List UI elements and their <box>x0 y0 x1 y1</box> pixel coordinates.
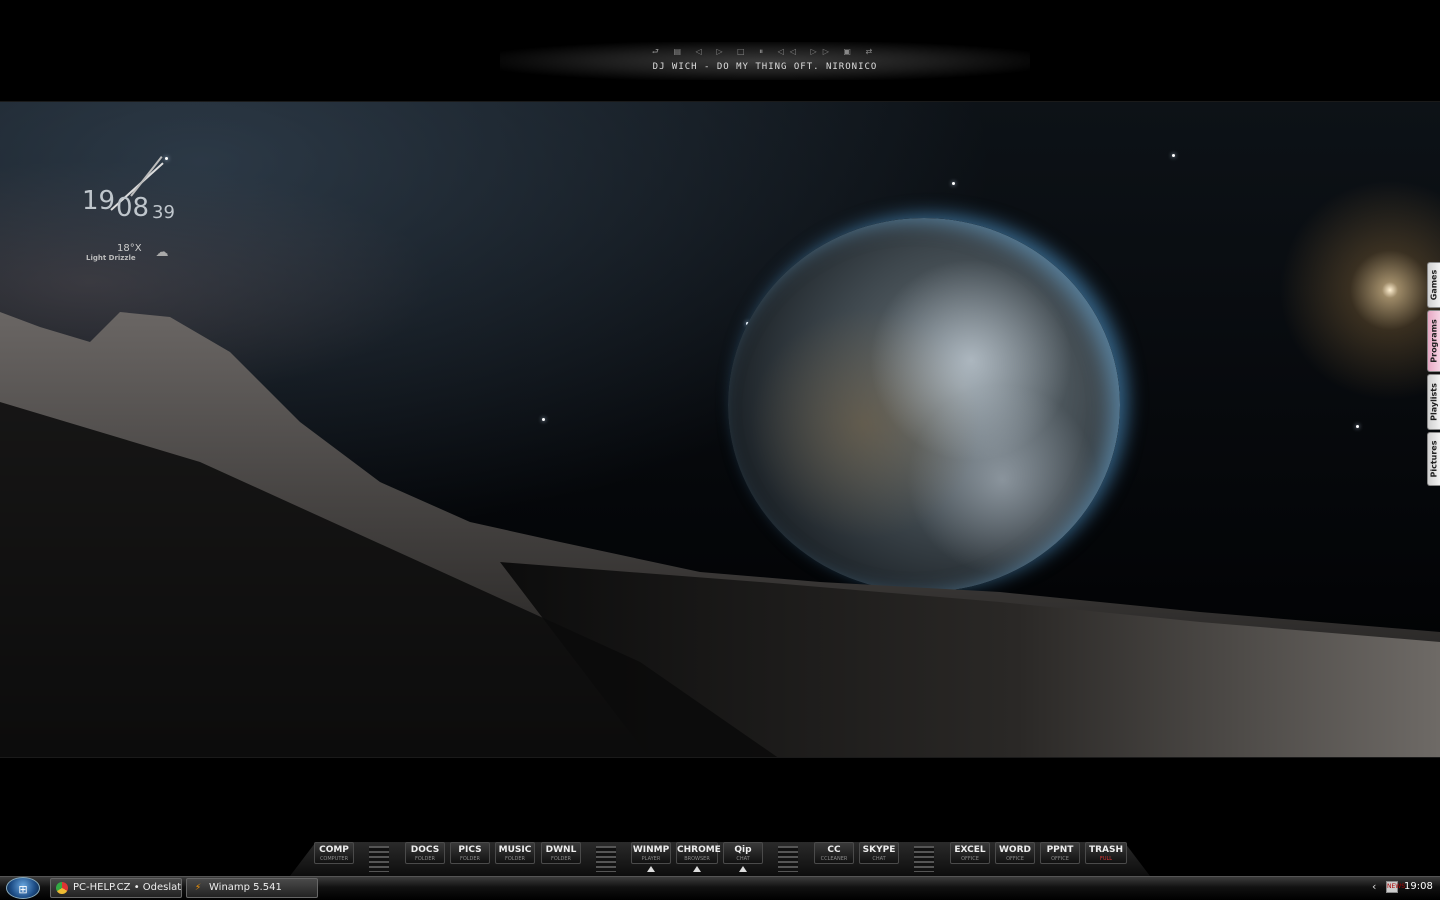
forward-icon[interactable]: ▷▷ <box>811 47 835 56</box>
dock-button-label: CHROME <box>677 845 721 855</box>
side-tab-pictures[interactable]: Pictures <box>1427 432 1440 486</box>
shuffle-icon[interactable]: ⇄ <box>866 47 879 56</box>
dock-button-sublabel: CCLEANER <box>820 856 848 862</box>
weather-temperature: 18°X <box>117 243 142 254</box>
tray-clock[interactable]: 19:08 <box>1404 881 1433 892</box>
playlist-icon[interactable]: ▤ <box>674 47 688 56</box>
tray-news-icon[interactable]: NEWS <box>1386 881 1405 893</box>
dock-button-comp[interactable]: COMP COMPUTER <box>314 842 354 864</box>
side-tab-label: Pictures <box>1429 440 1439 478</box>
dock-button-winmp[interactable]: WINMP PLAYER <box>631 842 671 864</box>
repeat-icon[interactable]: ⮐ <box>652 46 665 60</box>
side-tab-programs[interactable]: Programs <box>1427 310 1440 372</box>
dock-button-sublabel: OFFICE <box>961 856 979 862</box>
dock-button-sublabel: BROWSER <box>684 856 710 862</box>
running-indicator-icon <box>693 866 701 872</box>
dock-button-sublabel: COMPUTER <box>319 856 349 862</box>
side-tab-label: Games <box>1429 269 1439 301</box>
dock-button-pics[interactable]: PICS FOLDER <box>450 842 490 864</box>
clock-minutes: 08 <box>116 193 150 223</box>
dock-button-dwnl[interactable]: DWNL FOLDER <box>541 842 581 864</box>
dock-button-label: PPNT <box>1046 845 1074 855</box>
dock-button-word[interactable]: WORD OFFICE <box>995 842 1035 864</box>
dock-button-excel[interactable]: EXCEL OFFICE <box>950 842 990 864</box>
dock-button-sublabel: FOLDER <box>459 856 481 862</box>
dock-button-label: EXCEL <box>954 845 986 855</box>
dock-button-label: PICS <box>458 845 482 855</box>
clock-seconds: 39 <box>152 202 175 223</box>
dock-button-label: Qip <box>734 845 752 855</box>
moon-landscape <box>0 312 1440 757</box>
media-player-bar: ⮐ ▤ ◁ ▷ □ ⏸ ◁◁ ▷▷ ▣ ⇄ DJ Wich - Do My Th… <box>500 42 1030 80</box>
dock-button-sublabel: PLAYER <box>641 856 661 862</box>
windows-logo-icon: ⊞ <box>18 883 28 896</box>
dock-button-cc[interactable]: CC CCLEANER <box>814 842 854 864</box>
dock-button-ppnt[interactable]: PPNT OFFICE <box>1040 842 1080 864</box>
dock-button-label: DWNL <box>545 845 577 855</box>
dock-button-sublabel: CHAT <box>736 856 750 862</box>
dock-button-music[interactable]: MUSIC FOLDER <box>495 842 535 864</box>
dock-button-sublabel: FOLDER <box>550 856 572 862</box>
taskbar-item-winamp[interactable]: ⚡ Winamp 5.541 <box>186 878 318 898</box>
dock-separator <box>596 846 616 872</box>
dock-button-label: WINMP <box>632 845 670 855</box>
taskbar-item-label: PC-HELP.CZ • Odeslat... <box>73 882 182 893</box>
weather-description: Light Drizzle <box>86 254 136 262</box>
prev-icon[interactable]: ◁ <box>696 47 708 56</box>
running-indicator-icon <box>647 866 655 872</box>
dock-button-docs[interactable]: DOCS FOLDER <box>405 842 445 864</box>
side-tab-label: Playlists <box>1429 383 1439 421</box>
eject-icon[interactable]: ▣ <box>843 47 857 56</box>
side-tab-games[interactable]: Games <box>1427 262 1440 308</box>
dock-button-chrome[interactable]: CHROME BROWSER <box>676 842 721 864</box>
track-title: DJ Wich - Do My Thing Oft. Nironico <box>652 62 878 72</box>
start-button[interactable]: ⊞ <box>6 877 40 899</box>
dock-separator <box>369 846 389 872</box>
dock-button-label: MUSIC <box>498 845 532 855</box>
dock-button-skype[interactable]: SKYPE CHAT <box>859 842 899 864</box>
winamp-icon: ⚡ <box>194 883 202 893</box>
dock-button-label: TRASH <box>1088 845 1124 855</box>
dock-button-sublabel: FOLDER <box>414 856 436 862</box>
running-indicator-icon <box>739 866 747 872</box>
dock-button-sublabel: OFFICE <box>1051 856 1069 862</box>
dock-button-qip[interactable]: Qip CHAT <box>723 842 763 864</box>
dock-separator <box>778 846 798 872</box>
dock-separator <box>914 846 934 872</box>
player-controls: ⮐ ▤ ◁ ▷ □ ⏸ ◁◁ ▷▷ ▣ ⇄ <box>500 46 1030 60</box>
side-tab-label: Programs <box>1429 319 1439 363</box>
pause-icon[interactable]: ⏸ <box>759 47 769 57</box>
dock-button-label: DOCS <box>410 845 440 855</box>
taskbar-item-label: Winamp 5.541 <box>209 882 282 893</box>
chrome-icon <box>56 882 68 894</box>
dock-button-label: WORD <box>999 845 1031 855</box>
wallpaper <box>0 101 1440 758</box>
side-tabs: Games Programs Playlists Pictures <box>1427 262 1440 488</box>
dock-button-label: COMP <box>319 845 349 855</box>
rewind-icon[interactable]: ◁◁ <box>778 47 802 56</box>
taskbar-item-chrome[interactable]: PC-HELP.CZ • Odeslat... <box>50 878 182 898</box>
dock-button-sublabel: CHAT <box>872 856 886 862</box>
dock-button-label: SKYPE <box>862 845 896 855</box>
dock-button-trash[interactable]: TRASH FULL <box>1085 842 1127 864</box>
play-icon[interactable]: ▷ <box>716 47 728 56</box>
dock-button-sublabel: FOLDER <box>504 856 526 862</box>
side-tab-playlists[interactable]: Playlists <box>1427 374 1440 430</box>
tray-expand-icon[interactable]: ‹ <box>1372 880 1376 893</box>
stop-icon[interactable]: □ <box>737 47 751 56</box>
clock-hours: 19 <box>82 186 116 216</box>
dock-button-sublabel: OFFICE <box>1006 856 1024 862</box>
dock-button-label: CC <box>827 845 841 855</box>
desktop: ⮐ ▤ ◁ ▷ □ ⏸ ◁◁ ▷▷ ▣ ⇄ DJ Wich - Do My Th… <box>0 0 1440 900</box>
cloud-rain-icon: ☁ <box>155 245 169 260</box>
dock-button-sublabel: FULL <box>1099 856 1113 862</box>
